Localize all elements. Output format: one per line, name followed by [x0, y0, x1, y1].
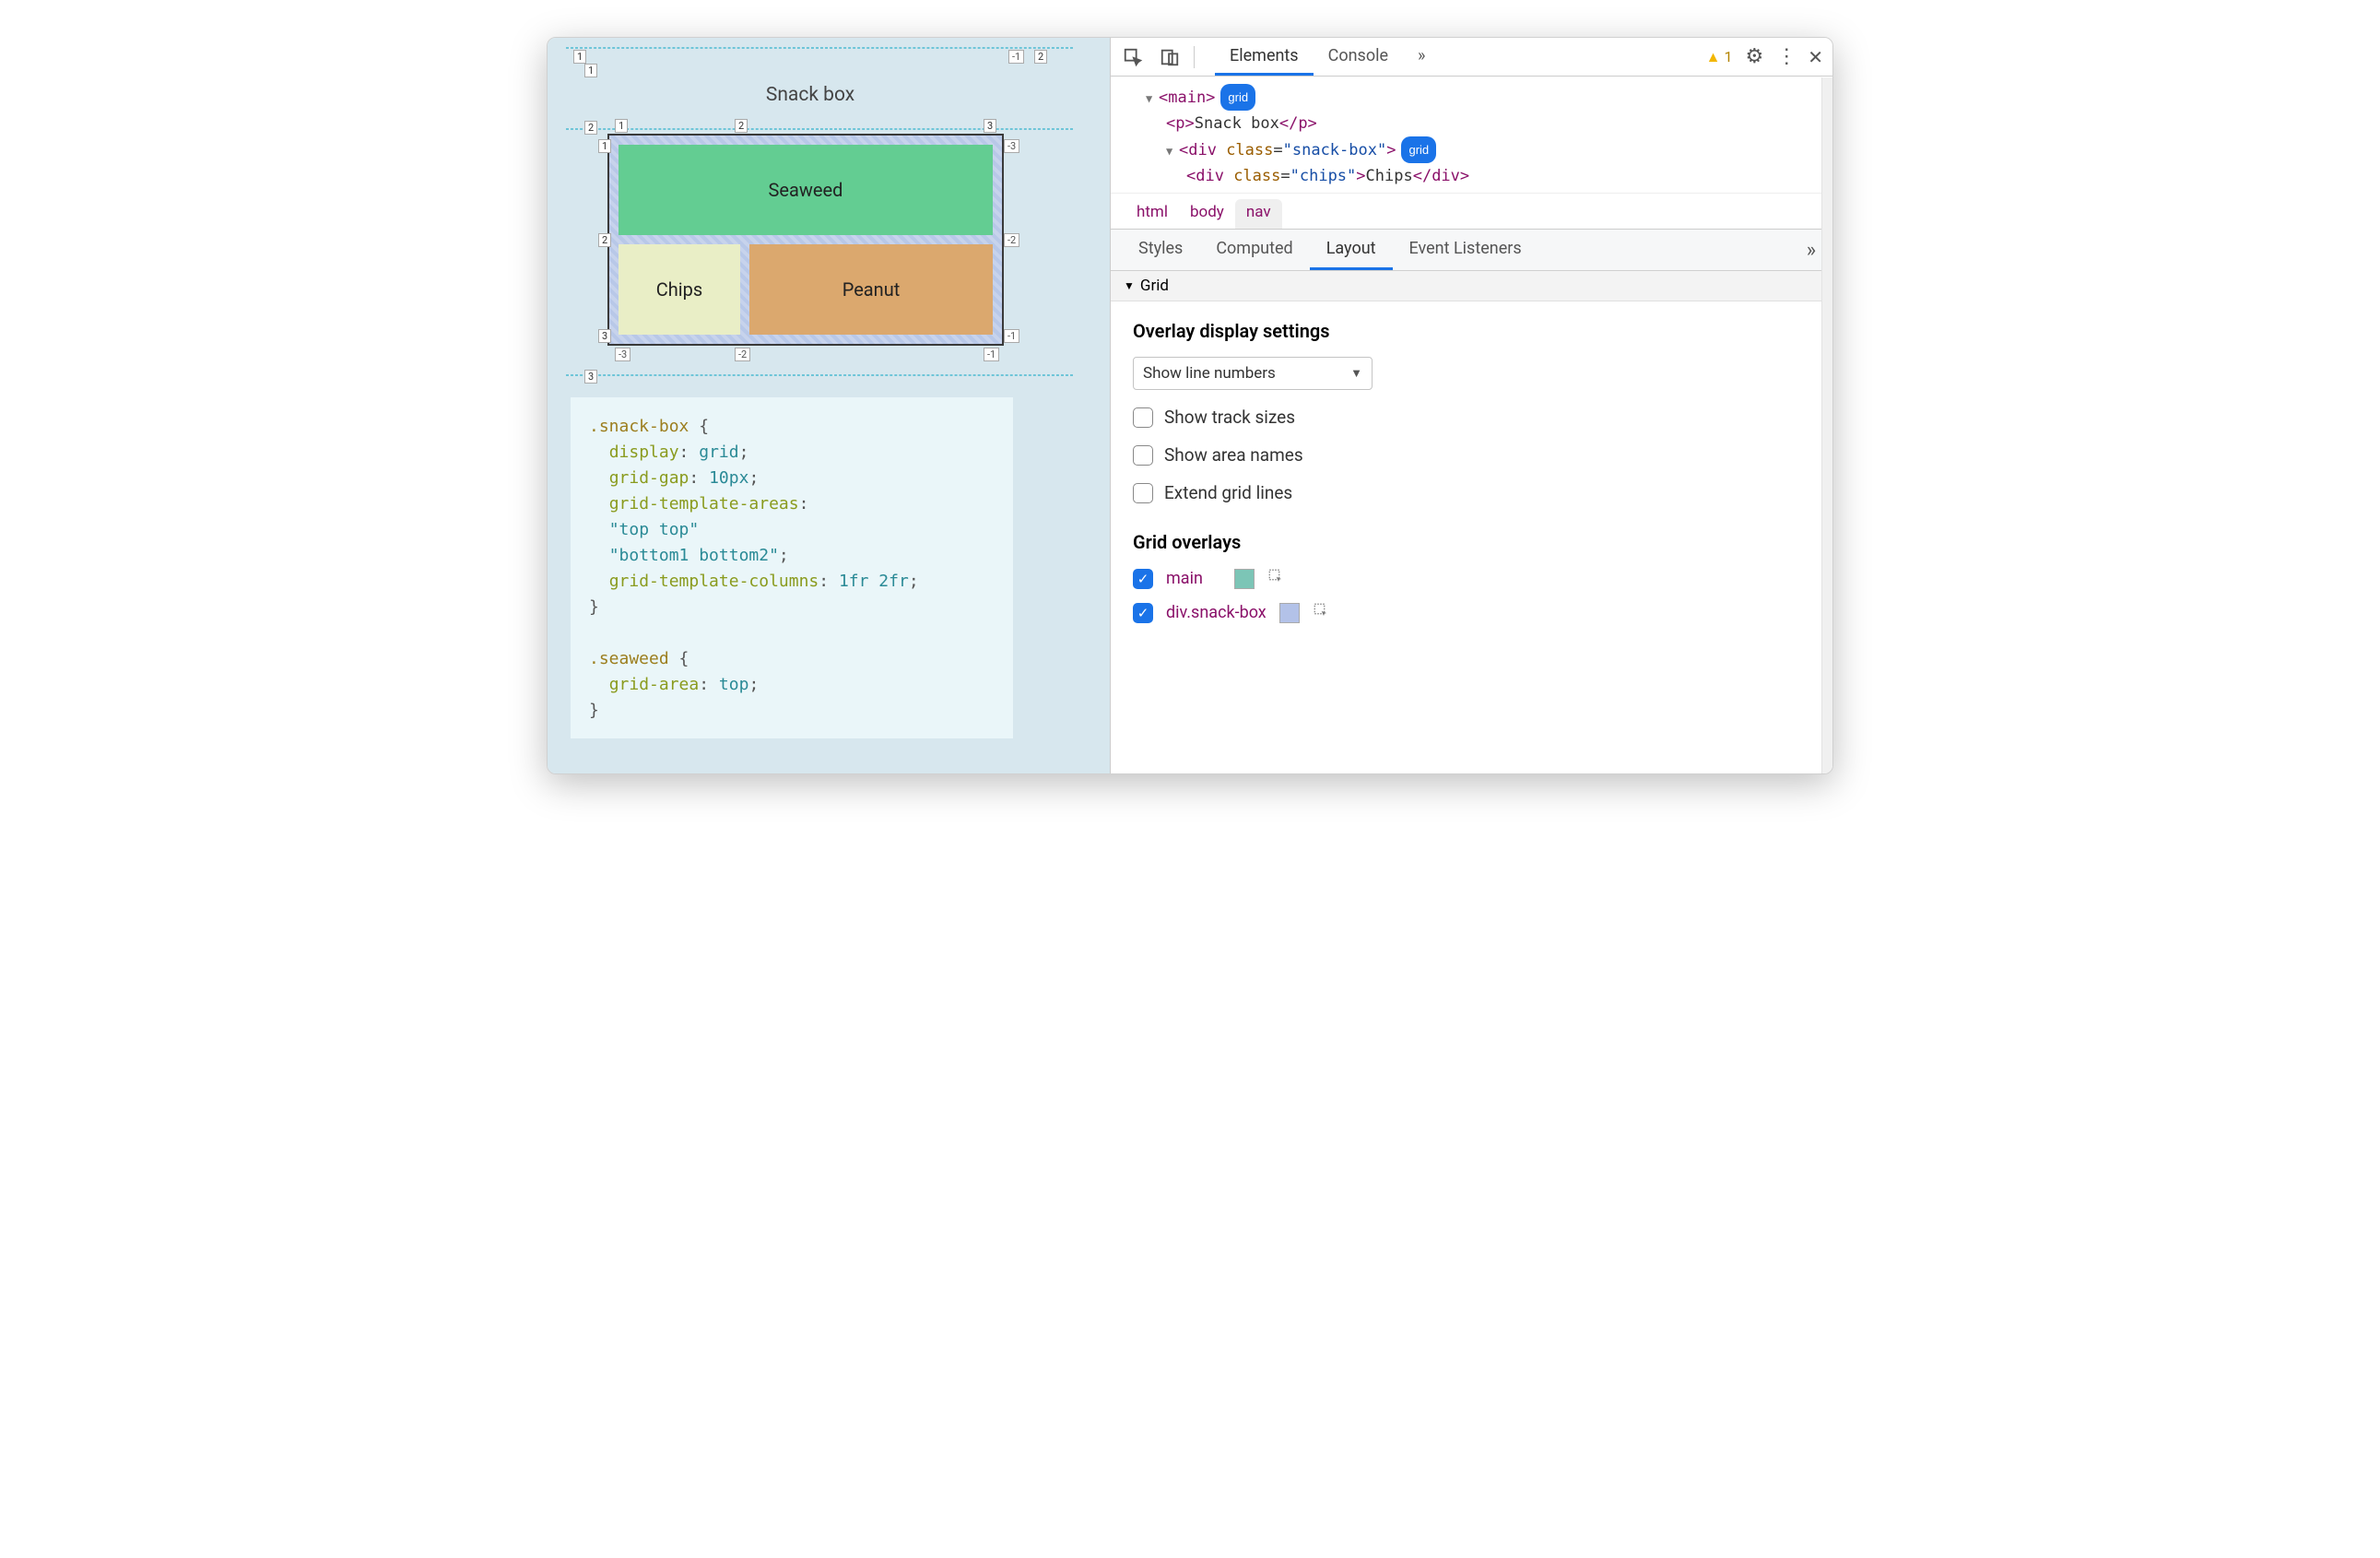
option-extend-lines[interactable]: Extend grid lines — [1133, 482, 1810, 503]
grid-line-horizontal — [566, 47, 1073, 49]
checkbox[interactable] — [1133, 407, 1153, 428]
overlay-name[interactable]: div.snack-box — [1166, 603, 1267, 622]
section-title: Grid — [1140, 277, 1169, 295]
devtools-toolbar: Elements Console » ▲ 1 ⚙ ⋮ ✕ — [1111, 38, 1832, 77]
grid-number: -2 — [735, 348, 750, 361]
target-icon[interactable] — [1313, 602, 1329, 623]
cell-seaweed: Seaweed — [619, 145, 993, 235]
snack-box-grid: Seaweed Chips Peanut — [607, 134, 1004, 346]
crumb-nav[interactable]: nav — [1235, 199, 1282, 229]
line-numbers-select[interactable]: Show line numbers ▼ — [1133, 357, 1373, 390]
grid-number: -1 — [1004, 329, 1019, 343]
warning-count: 1 — [1725, 48, 1733, 65]
tab-more[interactable]: » — [1403, 39, 1440, 76]
devtools-panel: Elements Console » ▲ 1 ⚙ ⋮ ✕ ▼<main>grid… — [1110, 38, 1832, 773]
devtools-main-tabs: Elements Console » — [1215, 39, 1695, 76]
gear-icon[interactable]: ⚙ — [1746, 45, 1764, 68]
tab-elements[interactable]: Elements — [1215, 39, 1314, 76]
grid-number: 2 — [598, 233, 611, 247]
devtools-window: 1 -1 2 1 2 3 Snack box Seaweed Chips Pea… — [547, 37, 1833, 774]
option-track-sizes[interactable]: Show track sizes — [1133, 407, 1810, 428]
color-swatch[interactable] — [1279, 603, 1300, 623]
option-label: Extend grid lines — [1164, 482, 1292, 503]
grid-number: 1 — [573, 50, 586, 64]
grid-number: 2 — [584, 121, 597, 135]
grid-badge[interactable]: grid — [1401, 136, 1436, 163]
checkbox-checked[interactable]: ✓ — [1133, 569, 1153, 589]
warning-badge[interactable]: ▲ 1 — [1706, 48, 1733, 66]
grid-number: -2 — [1004, 233, 1019, 247]
grid-number: -1 — [984, 348, 999, 361]
target-icon[interactable] — [1267, 568, 1284, 589]
scrollbar[interactable] — [1821, 77, 1832, 773]
grid-number: 2 — [735, 119, 748, 133]
elements-dom-tree[interactable]: ▼<main>grid <p>Snack box</p> ▼<div class… — [1111, 77, 1832, 194]
overlay-settings-heading: Overlay display settings — [1133, 320, 1810, 342]
subtab-styles[interactable]: Styles — [1122, 230, 1199, 270]
option-label: Show area names — [1164, 444, 1303, 466]
grid-number: 3 — [984, 119, 996, 133]
checkbox-checked[interactable]: ✓ — [1133, 603, 1153, 623]
breadcrumb: html body nav — [1111, 194, 1832, 230]
grid-number: 1 — [598, 139, 611, 153]
option-area-names[interactable]: Show area names — [1133, 444, 1810, 466]
select-value: Show line numbers — [1143, 364, 1276, 383]
subtab-more[interactable]: » — [1801, 233, 1821, 267]
warning-icon: ▲ — [1706, 48, 1721, 66]
section-grid-header[interactable]: ▼ Grid — [1111, 271, 1832, 301]
styles-subtabs: Styles Computed Layout Event Listeners » — [1111, 230, 1832, 271]
subtab-layout[interactable]: Layout — [1310, 230, 1393, 270]
checkbox[interactable] — [1133, 445, 1153, 466]
device-toggle-icon[interactable] — [1157, 44, 1183, 70]
tab-console[interactable]: Console — [1314, 39, 1403, 76]
preview-title: Snack box — [571, 84, 1050, 106]
chevron-down-icon: ▼ — [1350, 366, 1362, 381]
grid-badge[interactable]: grid — [1220, 84, 1255, 111]
grid-number: 2 — [1034, 50, 1047, 64]
grid-number: 3 — [598, 329, 611, 343]
page-preview: 1 -1 2 1 2 3 Snack box Seaweed Chips Pea… — [548, 38, 1110, 773]
grid-number: -1 — [1008, 50, 1024, 64]
overlay-name[interactable]: main — [1166, 569, 1221, 588]
grid-number: 3 — [584, 370, 597, 384]
crumb-body[interactable]: body — [1179, 199, 1235, 229]
css-code-block: .snack-box { display: grid; grid-gap: 10… — [571, 397, 1013, 738]
kebab-menu-icon[interactable]: ⋮ — [1776, 45, 1795, 68]
subtab-computed[interactable]: Computed — [1199, 230, 1309, 270]
close-icon[interactable]: ✕ — [1808, 46, 1823, 68]
grid-number: 1 — [615, 119, 628, 133]
crumb-html[interactable]: html — [1125, 199, 1179, 229]
overlay-main: ✓ main — [1133, 568, 1810, 589]
layout-panel-body: Overlay display settings Show line numbe… — [1111, 301, 1832, 773]
grid-number: -3 — [615, 348, 630, 361]
inspect-icon[interactable] — [1120, 44, 1146, 70]
checkbox[interactable] — [1133, 483, 1153, 503]
cell-chips: Chips — [619, 244, 740, 335]
grid-number: 1 — [584, 64, 597, 77]
grid-number: -3 — [1004, 139, 1019, 153]
subtab-event-listeners[interactable]: Event Listeners — [1393, 230, 1538, 270]
overlay-snack-box: ✓ div.snack-box — [1133, 602, 1810, 623]
cell-peanut: Peanut — [749, 244, 993, 335]
grid-overlays-heading: Grid overlays — [1133, 531, 1810, 553]
color-swatch[interactable] — [1234, 569, 1255, 589]
option-label: Show track sizes — [1164, 407, 1295, 428]
